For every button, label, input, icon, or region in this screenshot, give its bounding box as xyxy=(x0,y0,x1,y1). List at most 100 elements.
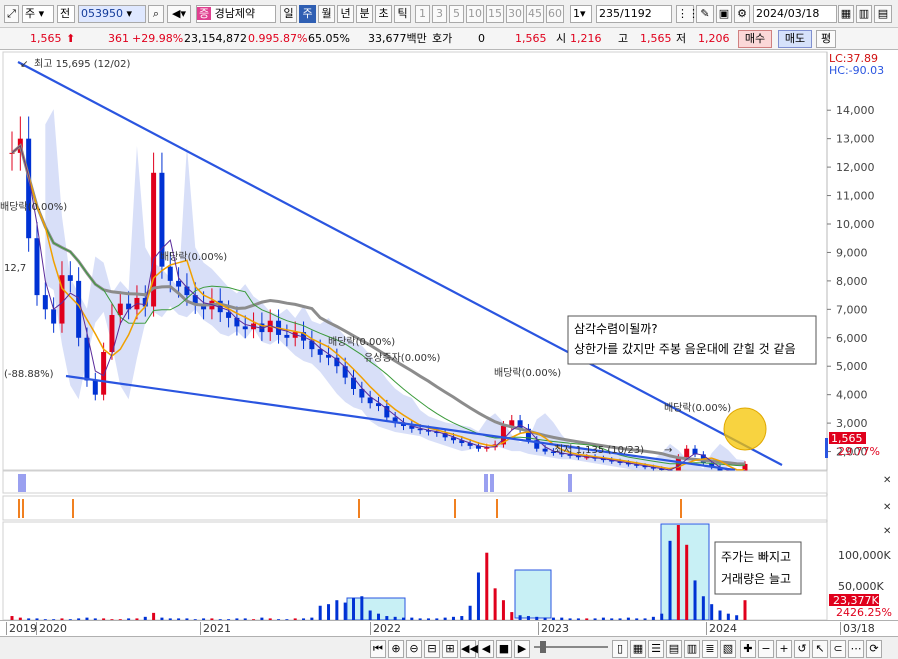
rewind-icon[interactable]: ◀◀ xyxy=(460,640,478,658)
speaker-icon[interactable]: ◀▾ xyxy=(167,5,191,23)
count-input[interactable]: 235/1192 xyxy=(596,5,672,23)
fit-icon[interactable]: ⊟ xyxy=(424,640,440,658)
scroll-thumb[interactable] xyxy=(540,641,546,653)
stop-icon[interactable]: ■ xyxy=(496,640,512,658)
interval-button-1[interactable]: 1 xyxy=(415,5,430,23)
close-icon-3[interactable]: ✕ xyxy=(883,526,891,537)
period-tab-4[interactable]: 분 xyxy=(356,5,373,23)
interval-button-30[interactable]: 30 xyxy=(506,5,524,23)
quote-bar: 1,565 ⬆ 361 +29.98% 23,154,872 0.995.87%… xyxy=(0,28,898,50)
pen-icon[interactable]: ✎ xyxy=(696,5,714,23)
close-icon[interactable]: ✕ xyxy=(883,475,891,486)
save-icon[interactable]: ▣ xyxy=(716,5,732,23)
interval-value: 1 xyxy=(573,7,580,20)
interval-button-15[interactable]: 15 xyxy=(486,5,504,23)
fit-to-window-icon[interactable]: ⤢ xyxy=(4,5,19,23)
cursor-icon[interactable]: ↖ xyxy=(812,640,828,658)
candle xyxy=(92,380,98,395)
period-tab-3[interactable]: 년 xyxy=(337,5,354,23)
period-tab-6[interactable]: 틱 xyxy=(394,5,411,23)
x-tick-label: 2019 xyxy=(6,622,37,635)
hoga-label: 호가 xyxy=(432,32,453,45)
sidebar-icon[interactable]: ▯ xyxy=(612,640,628,658)
candle xyxy=(101,351,107,395)
volume-bar xyxy=(685,544,689,620)
signal-panel-1 xyxy=(2,470,828,494)
interval-button-60[interactable]: 60 xyxy=(546,5,564,23)
sell-button[interactable]: 매도 xyxy=(778,30,812,48)
avg-button[interactable]: 평 xyxy=(816,30,836,48)
x-tick-label: 2022 xyxy=(370,622,401,635)
hoga-price: 1,565 xyxy=(515,32,547,45)
overlay-icon[interactable]: ▤ xyxy=(666,640,682,658)
period-tab-1[interactable]: 주 xyxy=(299,5,316,23)
interval-button-5[interactable]: 5 xyxy=(449,5,464,23)
stock-name-field[interactable]: 증 경남제약 xyxy=(196,5,276,23)
reset-icon[interactable]: ↺ xyxy=(794,640,810,658)
x-axis: 2019 2020 2021 2022 2023 2024 03/18 xyxy=(0,620,898,637)
y-tick-label: 8,000 xyxy=(836,275,868,288)
signal-panel-2 xyxy=(2,495,828,521)
grid-icon[interactable]: ⋮⋮ xyxy=(676,5,699,23)
volume-bar xyxy=(701,596,705,620)
low-annotation: 최저 1,135 (10/23) xyxy=(554,444,644,456)
stock-code-input[interactable]: 053950 ▾ xyxy=(78,5,146,23)
high-annotation: 최고 15,695 (12/02) xyxy=(34,58,130,70)
volume-bar xyxy=(693,580,697,620)
date-input[interactable]: 2024/03/18 xyxy=(753,5,837,23)
interval-button-10[interactable]: 10 xyxy=(466,5,484,23)
rights-annotation: 유상증자(0.00%) xyxy=(364,352,440,364)
close-icon-2[interactable]: ✕ xyxy=(883,502,891,513)
dots-icon[interactable]: ⋯ xyxy=(848,640,864,658)
play-back-icon[interactable]: ◀ xyxy=(478,640,494,658)
stack-icon[interactable]: ≣ xyxy=(702,640,718,658)
volume-bar xyxy=(327,604,331,620)
compare-icon[interactable]: ▥ xyxy=(684,640,700,658)
layers-icon[interactable]: ▧ xyxy=(720,640,736,658)
refresh-icon[interactable]: ⟳ xyxy=(866,640,882,658)
table-icon[interactable]: ▦ xyxy=(630,640,646,658)
stock-name: 경남제약 xyxy=(214,7,256,20)
gear-icon[interactable]: ⚙ xyxy=(734,5,750,23)
signal-tick xyxy=(72,499,74,518)
list-icon[interactable]: ☰ xyxy=(648,640,664,658)
magnet-icon[interactable]: ⊂ xyxy=(830,640,846,658)
minus-icon[interactable]: − xyxy=(758,640,774,658)
buy-button[interactable]: 매수 xyxy=(738,30,772,48)
calendar-icon[interactable]: ▦ xyxy=(838,5,854,23)
signal-tick xyxy=(358,499,360,518)
interval-select[interactable]: 1▾ xyxy=(570,5,592,23)
candle xyxy=(317,349,323,355)
split-icon[interactable]: ▥ xyxy=(856,5,872,23)
period-tab-5[interactable]: 초 xyxy=(375,5,392,23)
crosshair-icon[interactable]: ✚ xyxy=(740,640,756,658)
interval-button-3[interactable]: 3 xyxy=(432,5,447,23)
dividend-annotation-1: 배당락(0.00%) xyxy=(0,201,67,213)
zoom-in-icon[interactable]: ⊕ xyxy=(388,640,404,658)
open-label: 시 xyxy=(556,32,567,45)
stock-chart[interactable]: 최고 15,695 (12/02) ↙ 배당락(0.00%) 배당락(0.00%… xyxy=(0,50,898,620)
plus-icon[interactable]: + xyxy=(776,640,792,658)
prev-page-icon[interactable]: ⏮ xyxy=(370,640,386,658)
layout-icon[interactable]: ▤ xyxy=(874,5,892,23)
x-tick-label: 03/18 xyxy=(840,622,875,635)
change-pct: +29.98% xyxy=(132,32,184,45)
type-select[interactable]: 주 ▾ xyxy=(22,5,54,23)
volume-bar xyxy=(360,596,364,620)
volume-bar xyxy=(668,540,672,620)
play-icon[interactable]: ▶ xyxy=(514,640,530,658)
low-label: 저 xyxy=(676,32,687,45)
signal-bar xyxy=(18,474,22,492)
market-select[interactable]: 전 xyxy=(57,5,75,23)
y-tick-label: 9,000 xyxy=(836,246,868,259)
low-price: 1,206 xyxy=(698,32,730,45)
y-tick-label: 12,000 xyxy=(836,161,875,174)
period-tab-2[interactable]: 월 xyxy=(318,5,335,23)
search-icon[interactable]: ⌕ xyxy=(148,5,164,23)
interval-button-45[interactable]: 45 xyxy=(526,5,544,23)
period-tab-0[interactable]: 일 xyxy=(280,5,297,23)
zoom-out-icon[interactable]: ⊖ xyxy=(406,640,422,658)
expand-icon[interactable]: ⊞ xyxy=(442,640,458,658)
candle xyxy=(226,312,232,318)
analysis-note-line-1: 삼각수렴이될까? xyxy=(574,322,658,336)
